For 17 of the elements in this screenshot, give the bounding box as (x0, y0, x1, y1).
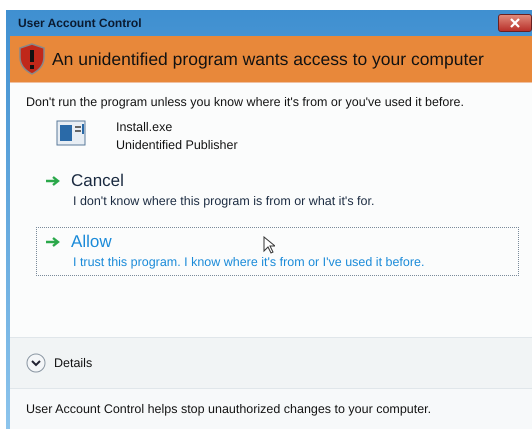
program-icon (56, 120, 86, 146)
close-icon (510, 18, 520, 28)
arrow-icon (45, 175, 61, 187)
publisher-name: Unidentified Publisher (116, 138, 238, 152)
command-link[interactable]: Allow I trust this program. I know where it's from or I've used it before. (36, 227, 519, 276)
arrow-icon (45, 236, 61, 248)
command-link[interactable]: Cancel I don't know where this program is from or what it's for. (36, 166, 519, 215)
footer-text: User Account Control helps stop unauthorized changes to your computer. (26, 402, 432, 416)
program-name: Install.exe (116, 120, 174, 134)
close-button[interactable] (498, 14, 532, 32)
details-toggle[interactable]: Details (26, 353, 92, 373)
chevron-icon (26, 353, 46, 373)
banner-title: An unidentified program wants access to your computer (52, 48, 484, 70)
window-title: User Account Control (18, 16, 142, 30)
warning-text: Don't run the program unless you know where it's from or you've used it before. (26, 94, 465, 111)
shield-icon (18, 43, 46, 75)
mouse-pointer-icon (263, 236, 275, 254)
